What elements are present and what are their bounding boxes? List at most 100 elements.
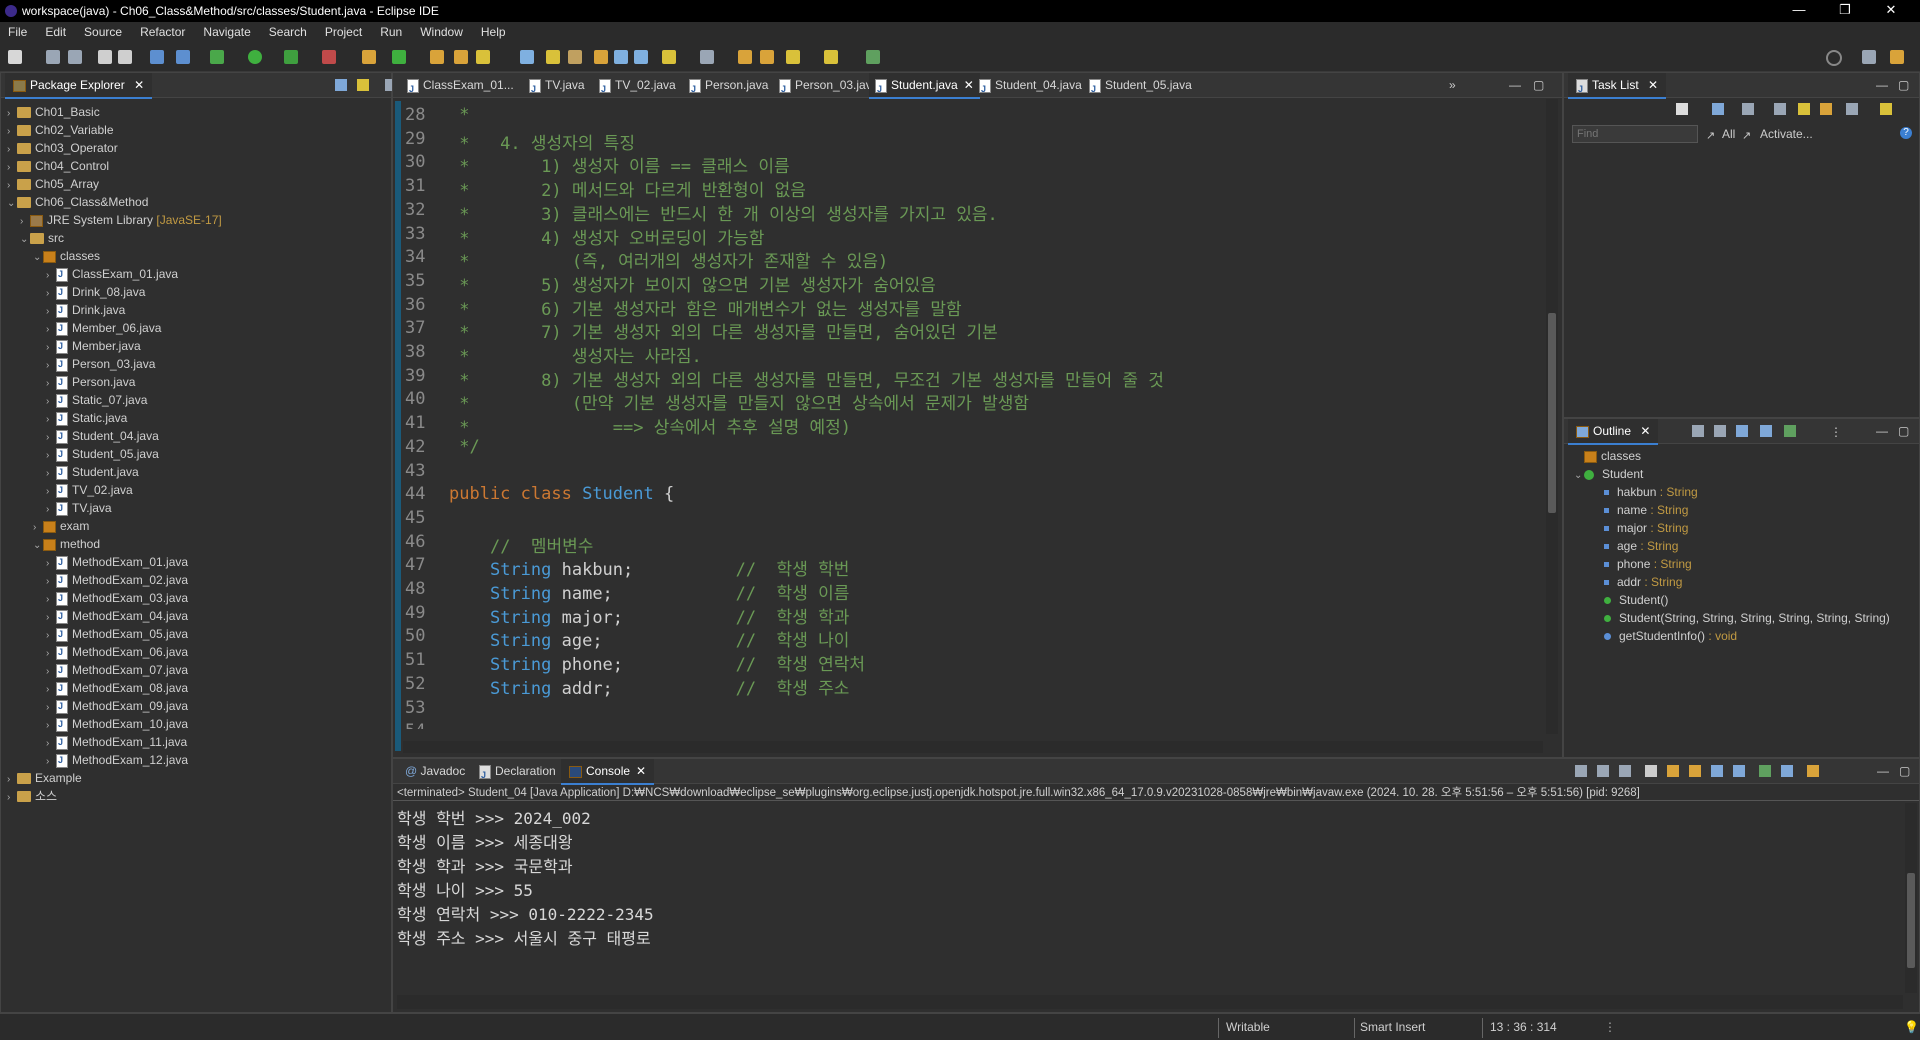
scrollbar-thumb[interactable] [1548,313,1556,513]
tab-javadoc[interactable]: @ Javadoc [399,759,471,783]
tree-item[interactable]: › Ch01_Basic [7,104,100,120]
menu-search[interactable]: Search [260,22,316,42]
status-menu-icon[interactable]: ⋮ [1604,1020,1616,1034]
minimize-view-icon[interactable]: — [1877,759,1889,783]
close-icon[interactable]: ✕ [636,764,646,778]
java-perspective-icon[interactable] [1890,50,1904,64]
tree-item[interactable]: › MethodExam_09.java [46,698,188,714]
show-whitespace-icon[interactable] [634,50,648,64]
tree-item[interactable]: › MethodExam_04.java [46,608,188,624]
collapsed-arrow-icon[interactable]: › [7,178,17,194]
search-icon[interactable] [1826,50,1842,66]
outline-item[interactable]: age : String [1604,537,1678,555]
editor-tab[interactable]: Student_04.java [973,73,1088,101]
menu-help[interactable]: Help [472,22,515,42]
open-task-icon[interactable] [454,50,468,64]
new-class-icon[interactable] [392,50,406,64]
tree-item[interactable]: ⌄ method [33,536,100,552]
redo-icon[interactable] [118,50,132,64]
hide-local-types-icon[interactable] [1784,425,1796,437]
minimize-view-icon[interactable]: — [1509,73,1521,97]
annotation-icon[interactable] [520,50,534,64]
tree-item[interactable]: › 소스 [7,788,57,804]
display-console-icon[interactable] [1781,765,1793,777]
hide-static-icon[interactable] [1736,425,1748,437]
collapsed-arrow-icon[interactable]: › [46,754,56,770]
code-line[interactable]: String phone; // 학생 연락처 [449,650,865,675]
collapsed-arrow-icon[interactable]: › [46,340,56,356]
code-line[interactable]: // 멤버변수 [449,532,594,557]
code-line[interactable]: * ==> 상속에서 추후 설명 예정) [449,413,851,438]
tree-item[interactable]: › Ch05_Array [7,176,99,192]
tree-item[interactable]: › Drink_08.java [46,284,145,300]
code-line[interactable]: * 5) 생성자가 보이지 않으면 기본 생성자가 숨어있음 [449,271,936,296]
editor-tab[interactable]: Student_05.java [1083,73,1198,101]
outline-item[interactable]: getStudentInfo() : void [1604,627,1737,645]
tree-item[interactable]: › MethodExam_01.java [46,554,188,570]
outline-item[interactable]: ⌄ Student [1574,465,1643,483]
collapsed-arrow-icon[interactable]: › [46,430,56,446]
tree-item[interactable]: › ClassExam_01.java [46,266,178,282]
collapsed-arrow-icon[interactable]: › [7,106,17,122]
tree-item[interactable]: › Student_04.java [46,428,159,444]
show-stdout-icon[interactable] [1711,765,1723,777]
code-line[interactable]: String hakbun; // 학생 학번 [449,555,849,580]
tree-item[interactable]: ⌄ Ch06_Class&Method [7,194,148,210]
tree-item[interactable]: › Student.java [46,464,139,480]
task-find-input[interactable] [1572,125,1698,143]
code-line[interactable]: * 생성자는 사라짐. [449,342,702,367]
expanded-arrow-icon[interactable]: ⌄ [33,250,43,266]
scrollbar-thumb[interactable] [1907,873,1915,968]
collapsed-arrow-icon[interactable]: › [46,286,56,302]
console-vertical-scrollbar[interactable] [1905,803,1917,993]
save-icon[interactable] [46,50,60,64]
code-line[interactable]: String addr; // 학생 주소 [449,674,849,699]
view-menu-icon[interactable]: ⋮ [1830,425,1842,439]
tree-item[interactable]: › JRE System Library [JavaSE-17] [20,212,222,228]
tab-declaration[interactable]: Declaration [473,759,562,787]
collapsed-arrow-icon[interactable]: › [46,484,56,500]
pin-console-icon[interactable] [1759,765,1771,777]
code-line[interactable]: * 1) 생성자 이름 == 클래스 이름 [449,152,789,177]
collapsed-arrow-icon[interactable]: › [46,502,56,518]
editor-tab[interactable]: Person.java [683,73,774,101]
tree-item[interactable]: › MethodExam_06.java [46,644,188,660]
tree-item[interactable]: › Static_07.java [46,392,147,408]
menu-file[interactable]: File [0,22,36,42]
collapsed-arrow-icon[interactable]: › [7,790,17,806]
menu-source[interactable]: Source [75,22,131,42]
collapsed-arrow-icon[interactable]: › [7,142,17,158]
collapsed-arrow-icon[interactable]: › [46,448,56,464]
collapsed-arrow-icon[interactable]: › [46,322,56,338]
close-icon[interactable]: ✕ [134,78,144,92]
collapsed-arrow-icon[interactable]: › [46,556,56,572]
collapsed-arrow-icon[interactable]: › [46,394,56,410]
maximize-view-icon[interactable]: ▢ [1533,73,1544,97]
collapsed-arrow-icon[interactable]: › [7,772,17,788]
collapsed-arrow-icon[interactable]: › [46,700,56,716]
maximize-view-icon[interactable]: ▢ [1899,759,1910,783]
tip-bulb-icon[interactable]: 💡 [1904,1020,1919,1034]
code-editor[interactable]: 28 * 29 * 4. 생성자의 특징 30 * 1) 생성자 이름 == 클래스… [405,99,1555,729]
next-annotation-icon[interactable] [662,50,676,64]
code-line[interactable]: * (만약 기본 생성자를 만들지 않으면 상속에서 문제가 발생함 [449,389,1029,414]
tree-item[interactable]: › MethodExam_08.java [46,680,188,696]
code-line[interactable]: String name; // 학생 이름 [449,579,849,604]
open-console-icon[interactable] [1807,765,1819,777]
new-java-project-icon[interactable] [362,50,376,64]
code-line[interactable]: * 4) 생성자 오버로딩이 가능함 [449,224,764,249]
tab-overflow-icon[interactable]: » [1449,73,1456,97]
collapsed-arrow-icon[interactable]: › [46,646,56,662]
toggle-icon[interactable] [568,50,582,64]
external-tools-icon[interactable] [322,50,336,64]
terminal-icon[interactable] [150,50,164,64]
minimize-button[interactable]: — [1776,2,1822,17]
collapsed-arrow-icon[interactable]: › [46,628,56,644]
collapse-all-icon[interactable] [335,79,347,91]
sort-icon[interactable] [1692,425,1704,437]
new-icon[interactable] [8,50,22,64]
tree-item[interactable]: › MethodExam_10.java [46,716,188,732]
close-icon[interactable]: ✕ [1640,424,1650,438]
scheduled-icon[interactable] [1742,103,1754,115]
tree-item[interactable]: › MethodExam_05.java [46,626,188,642]
